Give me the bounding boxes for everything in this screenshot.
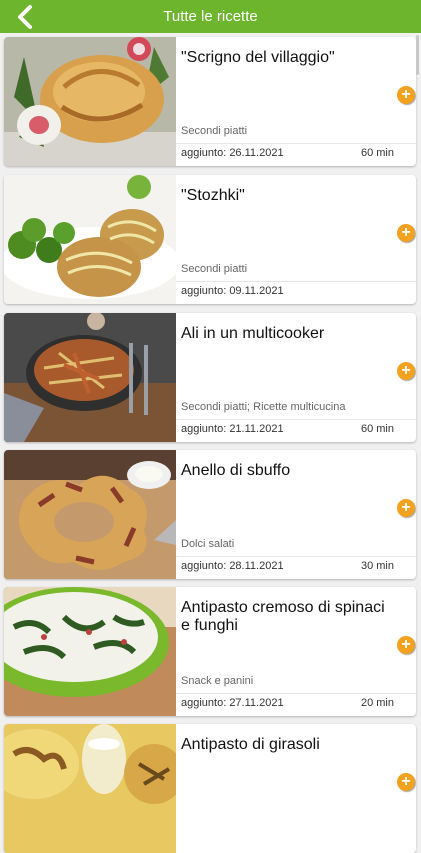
- add-button[interactable]: +: [397, 86, 415, 104]
- recipe-card[interactable]: Antipasto cremoso di spinaci e funghi Sn…: [4, 587, 416, 716]
- divider: [176, 419, 416, 420]
- recipe-name: "Scrigno del villaggio": [181, 49, 335, 66]
- plus-icon: +: [401, 499, 411, 516]
- recipe-time: 60 min: [360, 147, 394, 159]
- recipe-category: Snack e panini: [181, 675, 254, 687]
- recipe-thumbnail: [4, 724, 176, 853]
- recipe-card[interactable]: Ali in un multicooker Secondi piatti; Ri…: [4, 313, 416, 442]
- recipe-category: Secondi piatti; Ricette multicucina: [181, 401, 346, 413]
- back-button[interactable]: [8, 2, 42, 31]
- plus-icon: +: [401, 86, 411, 103]
- recipe-thumbnail: [4, 37, 176, 166]
- recipe-time: 30 min: [360, 560, 394, 572]
- add-button[interactable]: +: [397, 224, 415, 242]
- add-button[interactable]: +: [397, 773, 415, 791]
- recipe-name: Antipasto di girasoli: [181, 736, 320, 753]
- recipe-card[interactable]: Antipasto di girasoli +: [4, 724, 416, 853]
- recipe-card[interactable]: "Scrigno del villaggio" Secondi piatti a…: [4, 37, 416, 166]
- plus-icon: +: [401, 636, 411, 653]
- divider: [176, 556, 416, 557]
- add-button[interactable]: +: [397, 362, 415, 380]
- plus-icon: +: [401, 224, 411, 241]
- divider: [176, 281, 416, 282]
- recipe-name: "Stozhki": [181, 187, 245, 204]
- scrollbar[interactable]: [416, 35, 419, 75]
- top-app-bar: [0, 0, 421, 33]
- recipe-category: Secondi piatti: [181, 263, 248, 275]
- add-button[interactable]: +: [397, 636, 415, 654]
- recipe-card[interactable]: Anello di sbuffo Dolci salati aggiunto: …: [4, 450, 416, 579]
- recipe-name: Ali in un multicooker: [181, 325, 325, 342]
- chevron-left-icon: [18, 4, 32, 29]
- plus-icon: +: [401, 773, 411, 790]
- recipe-date: aggiunto: 27.11.2021: [181, 697, 284, 709]
- recipe-card[interactable]: "Stozhki" Secondi piatti aggiunto: 09.11…: [4, 175, 416, 304]
- recipe-date: aggiunto: 09.11.2021: [181, 285, 284, 297]
- recipe-date: aggiunto: 26.11.2021: [181, 147, 284, 159]
- recipe-date: aggiunto: 28.11.2021: [181, 560, 284, 572]
- divider: [176, 143, 416, 144]
- recipe-thumbnail: [4, 587, 176, 716]
- recipe-time: 60 min: [360, 423, 394, 435]
- recipe-thumbnail: [4, 175, 176, 304]
- recipe-date: aggiunto: 21.11.2021: [181, 423, 284, 435]
- divider: [176, 693, 416, 694]
- recipe-thumbnail: [4, 313, 176, 442]
- recipe-category: Dolci salati: [181, 538, 235, 550]
- recipe-thumbnail: [4, 450, 176, 579]
- recipe-category: Secondi piatti: [181, 125, 248, 137]
- add-button[interactable]: +: [397, 499, 415, 517]
- plus-icon: +: [401, 362, 411, 379]
- recipe-name: Anello di sbuffo: [181, 462, 291, 479]
- recipe-time: 20 min: [360, 697, 394, 709]
- recipe-name: Antipasto cremoso di spinaci e funghi: [181, 599, 385, 634]
